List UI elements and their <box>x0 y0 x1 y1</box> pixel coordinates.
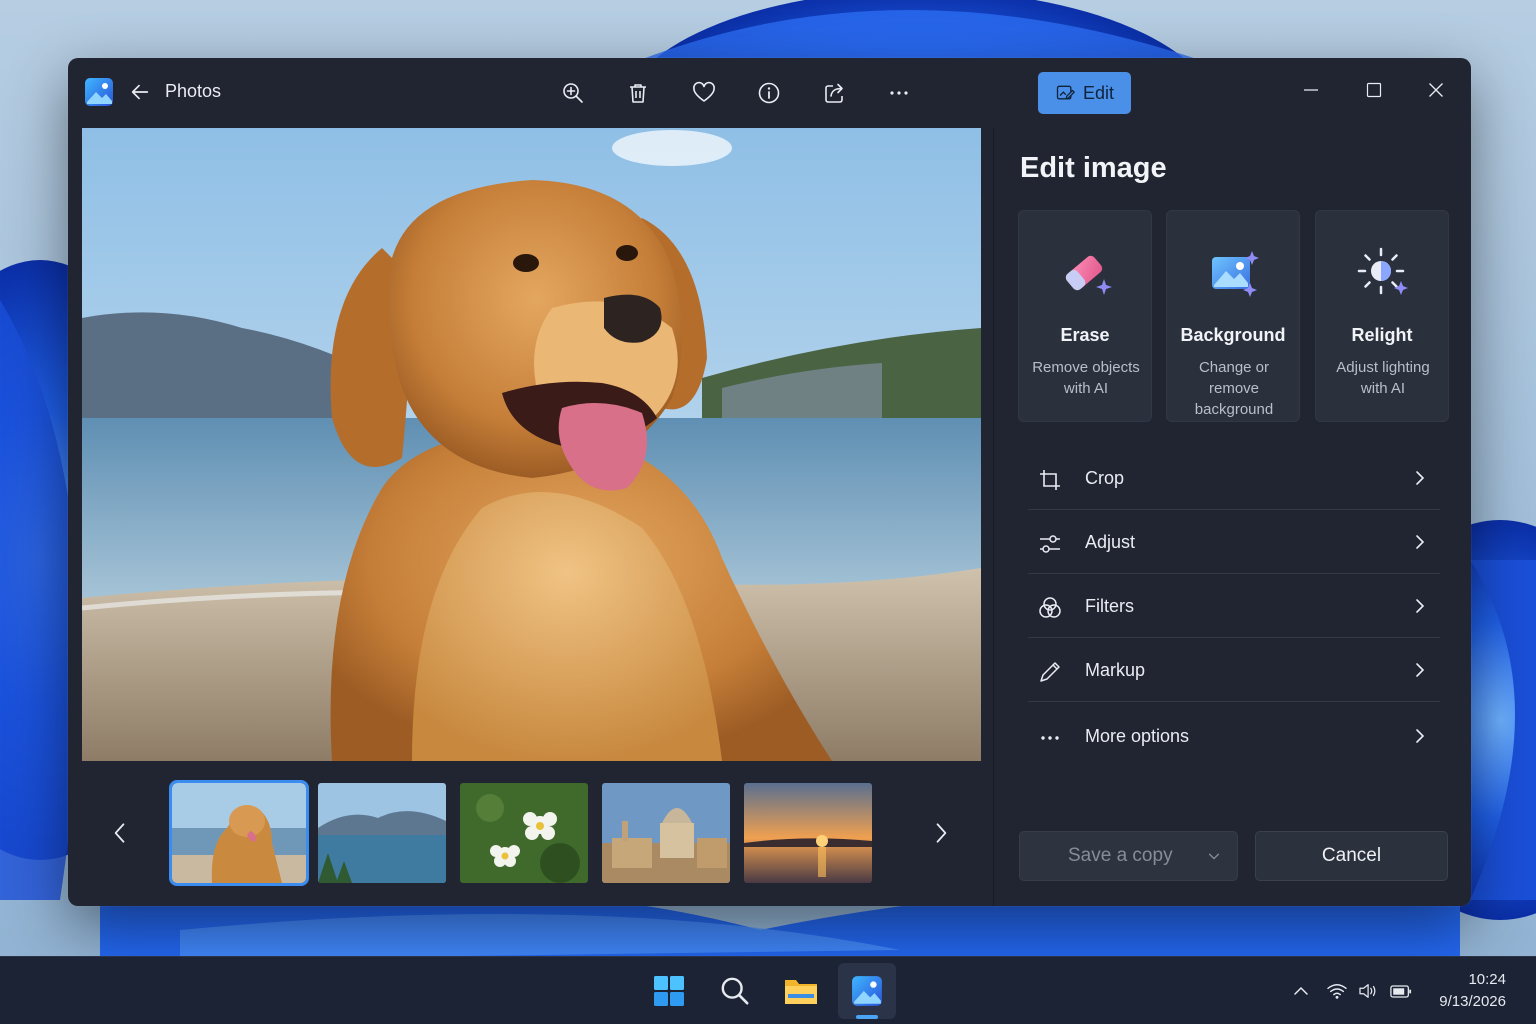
cancel-button[interactable]: Cancel <box>1255 831 1448 881</box>
pen-icon <box>1036 658 1064 686</box>
zoom-in-button[interactable] <box>557 77 589 109</box>
close-icon <box>1429 83 1443 97</box>
chevron-right-icon <box>1416 471 1425 485</box>
option-crop[interactable]: Crop <box>1028 448 1440 510</box>
background-icon <box>1204 243 1264 303</box>
clock-date: 9/13/2026 <box>1439 993 1506 1010</box>
file-explorer-button[interactable] <box>781 971 821 1011</box>
relight-icon <box>1353 243 1413 303</box>
option-markup[interactable]: Markup <box>1028 640 1440 702</box>
filmstrip-next-button[interactable] <box>921 813 961 853</box>
option-label: Markup <box>1085 660 1146 680</box>
filmstrip-prev-button[interactable] <box>100 813 140 853</box>
chevron-right-icon <box>1416 663 1425 677</box>
network-button[interactable] <box>1324 979 1350 1003</box>
erase-title: Erase <box>1060 325 1110 345</box>
info-button[interactable] <box>753 77 785 109</box>
option-label: Crop <box>1085 468 1125 488</box>
search-icon <box>721 977 749 1005</box>
thumbnail-sunset-over-water[interactable] <box>744 783 872 883</box>
battery-button[interactable] <box>1388 979 1414 1003</box>
option-adjust[interactable]: Adjust <box>1028 512 1440 574</box>
crop-icon <box>1036 466 1064 494</box>
photos-icon <box>852 976 882 1006</box>
thumbnail-white-flowers[interactable] <box>460 783 588 883</box>
share-button[interactable] <box>819 77 851 109</box>
background-description: Change or remove background <box>1194 359 1274 418</box>
chevron-right-icon <box>1416 729 1425 743</box>
save-copy-label: Save a copy <box>1068 845 1173 866</box>
background-tool-card[interactable]: Background Change or remove background <box>1166 210 1300 422</box>
edit-panel: Edit image Erase Remove objects with AI <box>993 128 1471 906</box>
share-icon <box>825 83 843 103</box>
volume-button[interactable] <box>1356 979 1382 1003</box>
chevron-right-icon <box>1416 535 1425 549</box>
relight-description: Adjust lighting with AI <box>1336 359 1430 397</box>
background-title: Background <box>1180 325 1286 345</box>
maximize-button[interactable] <box>1352 74 1396 106</box>
app-title: Photos <box>165 81 222 101</box>
minimize-icon <box>1304 89 1318 91</box>
relight-tool-card[interactable]: Relight Adjust lighting with AI <box>1315 210 1449 422</box>
zoom-in-icon <box>563 83 583 103</box>
edit-button[interactable]: Edit <box>1038 72 1131 114</box>
relight-title: Relight <box>1351 325 1413 345</box>
tray-overflow-button[interactable] <box>1288 979 1314 1003</box>
save-copy-button[interactable]: Save a copy <box>1019 831 1238 881</box>
back-button[interactable] <box>126 78 154 106</box>
volume-icon <box>1359 984 1376 998</box>
search-button[interactable] <box>715 971 755 1011</box>
start-icon <box>654 976 684 1006</box>
photos-window: Photos Edit Edit image Erase Remove obje… <box>68 58 1471 906</box>
option-more-options[interactable]: More options <box>1028 706 1440 768</box>
thumbnail-dog-on-beach[interactable] <box>169 780 309 886</box>
option-label: More options <box>1085 726 1190 746</box>
photos-app-icon <box>84 77 114 107</box>
delete-button[interactable] <box>622 77 654 109</box>
battery-icon <box>1390 984 1412 998</box>
edit-image-icon <box>1056 85 1075 100</box>
minimize-button[interactable] <box>1289 74 1333 106</box>
chevron-up-icon <box>1294 986 1308 995</box>
system-clock[interactable]: 10:24 9/13/2026 <box>1439 969 1506 1013</box>
more-icon <box>890 91 908 95</box>
thumbnail-domed-building[interactable] <box>602 783 730 883</box>
chevron-down-icon[interactable] <box>1207 849 1221 863</box>
title-bar: Photos Edit <box>68 58 1471 128</box>
delete-icon <box>630 84 646 103</box>
main-photo[interactable] <box>82 128 981 761</box>
arrow-left-icon <box>131 84 149 100</box>
thumbnail-lake-and-mountains[interactable] <box>318 783 446 883</box>
photos-taskbar-button[interactable] <box>847 971 887 1011</box>
clock-time: 10:24 <box>1468 971 1506 988</box>
heart-icon <box>693 81 715 102</box>
panel-title: Edit image <box>1020 152 1167 184</box>
taskbar: 10:24 9/13/2026 <box>0 956 1536 1024</box>
wifi-icon <box>1327 983 1347 999</box>
close-button[interactable] <box>1414 74 1458 106</box>
maximize-icon <box>1366 82 1382 98</box>
option-filters[interactable]: Filters <box>1028 576 1440 638</box>
file-explorer-icon <box>785 980 817 1004</box>
chevron-right-icon <box>936 823 947 843</box>
active-app-indicator <box>856 1015 878 1019</box>
start-button[interactable] <box>649 971 689 1011</box>
erase-description: Remove objects with AI <box>1032 359 1140 397</box>
eraser-icon <box>1056 243 1116 303</box>
more-icon <box>1036 724 1064 752</box>
sliders-icon <box>1036 530 1064 558</box>
edit-button-label: Edit <box>1082 82 1115 103</box>
filters-icon <box>1036 594 1064 622</box>
info-icon <box>758 82 780 104</box>
more-button[interactable] <box>883 77 915 109</box>
chevron-left-icon <box>114 823 125 843</box>
option-label: Filters <box>1085 596 1134 616</box>
chevron-right-icon <box>1416 599 1425 613</box>
option-label: Adjust <box>1085 532 1136 552</box>
erase-tool-card[interactable]: Erase Remove objects with AI <box>1018 210 1152 422</box>
favorite-button[interactable] <box>688 77 720 109</box>
